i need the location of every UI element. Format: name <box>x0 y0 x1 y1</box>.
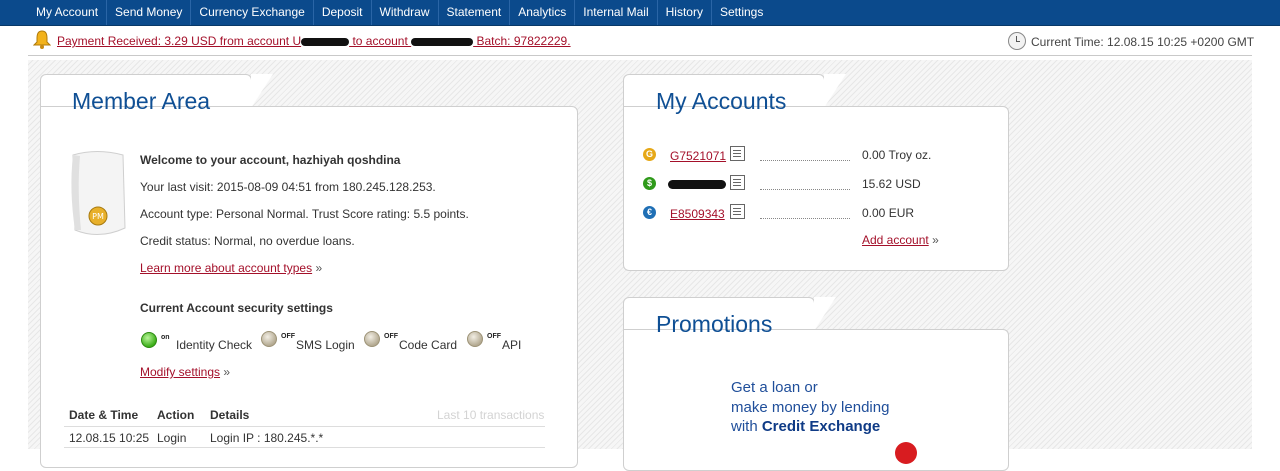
security-state: OFF <box>487 333 501 340</box>
nav-deposit[interactable]: Deposit <box>314 0 372 25</box>
promo-line-3-prefix: with <box>731 418 762 435</box>
status-off-icon <box>364 331 380 347</box>
table-divider <box>64 447 545 448</box>
learn-more-link[interactable]: Learn more about account types <box>140 261 312 275</box>
member-area-title: Member Area <box>72 88 211 114</box>
my-accounts-title: My Accounts <box>656 88 787 114</box>
current-time: Current Time: 12.08.15 10:25 +0200 GMT <box>1031 35 1255 49</box>
table-cell-action: Login <box>157 431 187 445</box>
security-state: OFF <box>384 333 398 340</box>
security-code-card: Code Card <box>399 338 458 352</box>
payment-suffix: Batch: 97822229. <box>473 34 571 48</box>
welcome-text: Welcome to your account, hazhiyah qoshdi… <box>140 153 401 167</box>
payment-mid: to account <box>349 34 412 48</box>
credit-status-text: Credit status: Normal, no overdue loans. <box>140 234 355 248</box>
account-eur-link[interactable]: E8509343 <box>670 207 725 221</box>
security-settings-title: Current Account security settings <box>140 301 333 315</box>
promo-line-3[interactable]: with Credit Exchange <box>731 417 880 437</box>
security-api: API <box>502 338 522 352</box>
modify-settings-row: Modify settings » <box>140 365 230 379</box>
euro-coin-icon: € <box>643 206 656 219</box>
badge-label: PM <box>92 212 104 221</box>
redacted-account <box>411 37 474 46</box>
table-cell-details: Login IP : 180.245.*.* <box>210 431 324 445</box>
promo-line-2: make money by lending <box>731 399 890 416</box>
column-date-time: Date & Time <box>69 408 139 422</box>
redacted-account <box>301 37 350 46</box>
statement-icon[interactable] <box>730 146 745 161</box>
nav-statement[interactable]: Statement <box>439 0 511 25</box>
modify-settings-link[interactable]: Modify settings <box>140 365 220 379</box>
account-eur-balance: 0.00 EUR <box>862 206 915 220</box>
nav-settings[interactable]: Settings <box>712 0 771 25</box>
learn-more-row: Learn more about account types » <box>140 261 322 275</box>
account-usd-balance: 15.62 USD <box>862 177 921 191</box>
column-details: Details <box>210 408 250 422</box>
usd-coin-icon: $ <box>643 177 656 190</box>
dot-leader <box>760 189 850 190</box>
redacted-account-id[interactable] <box>668 180 726 189</box>
security-state: on <box>161 334 170 341</box>
raquo-icon: » <box>932 233 939 247</box>
raquo-icon: » <box>315 261 323 275</box>
account-gold-link[interactable]: G7521071 <box>670 149 726 163</box>
status-bar: Payment Received: 3.29 USD from account … <box>28 26 1255 56</box>
nav-analytics[interactable]: Analytics <box>510 0 576 25</box>
nav-currency-exchange[interactable]: Currency Exchange <box>191 0 314 25</box>
payment-prefix: Payment Received: 3.29 USD from account … <box>57 34 302 48</box>
statement-icon[interactable] <box>730 204 745 219</box>
perfect-money-badge-icon: PM <box>71 151 126 235</box>
credit-exchange-text: Credit Exchange <box>761 418 881 435</box>
security-sms-login: SMS Login <box>296 338 355 352</box>
nav-send-money[interactable]: Send Money <box>107 0 192 25</box>
top-navigation: My Account Send Money Currency Exchange … <box>0 0 1280 26</box>
raquo-icon: » <box>223 365 231 379</box>
column-action: Action <box>157 408 195 422</box>
account-type-text: Account type: Personal Normal. Trust Sco… <box>140 207 469 221</box>
nav-my-account[interactable]: My Account <box>28 0 108 25</box>
security-identity-check: Identity Check <box>176 338 253 352</box>
add-account-link[interactable]: Add account <box>862 233 929 247</box>
dot-leader <box>760 160 850 161</box>
promo-badge-icon <box>895 442 917 464</box>
dot-leader <box>760 218 850 219</box>
nav-withdraw[interactable]: Withdraw <box>372 0 439 25</box>
last-10-transactions-label: Last 10 transactions <box>437 408 545 422</box>
status-on-icon <box>141 332 157 348</box>
nav-internal-mail[interactable]: Internal Mail <box>575 0 658 25</box>
table-cell-date: 12.08.15 10:25 <box>69 431 150 445</box>
statement-icon[interactable] <box>730 175 745 190</box>
add-account-row: Add account » <box>862 233 939 247</box>
security-state: OFF <box>281 333 295 340</box>
bell-icon <box>33 30 51 49</box>
table-divider <box>64 426 545 427</box>
promotions-title: Promotions <box>656 311 773 337</box>
gold-coin-icon: G <box>643 148 656 161</box>
account-gold-balance: 0.00 Troy oz. <box>862 148 932 162</box>
promo-line-1: Get a loan or <box>731 379 818 396</box>
status-off-icon <box>467 331 483 347</box>
last-visit-text: Your last visit: 2015-08-09 04:51 from 1… <box>140 180 436 194</box>
nav-history[interactable]: History <box>658 0 712 25</box>
status-off-icon <box>261 331 277 347</box>
clock-icon <box>1008 32 1026 50</box>
nav-list: My Account Send Money Currency Exchange … <box>0 0 1280 25</box>
payment-notification-link[interactable]: Payment Received: 3.29 USD from account … <box>57 34 571 48</box>
